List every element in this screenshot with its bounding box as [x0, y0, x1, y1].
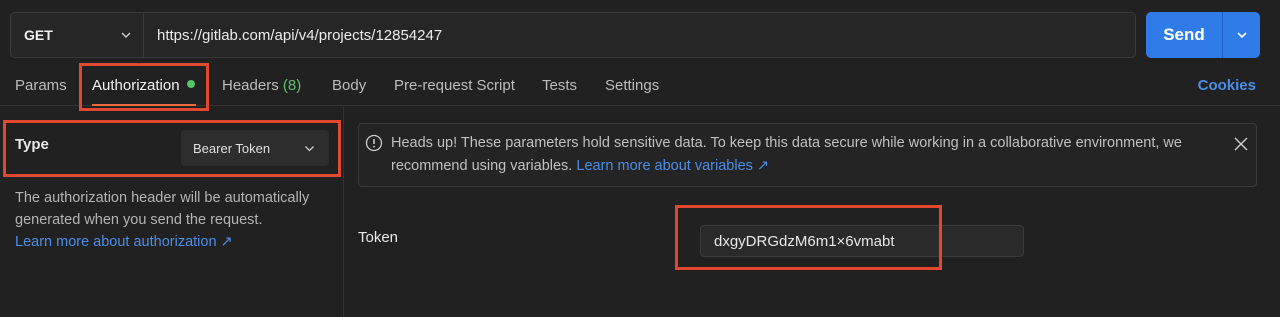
url-bar: GET https://gitlab.com/api/v4/projects/1…	[10, 12, 1136, 58]
auth-description-text: The authorization header will be automat…	[15, 190, 310, 228]
cookies-link[interactable]: Cookies	[1198, 77, 1256, 94]
send-button-group: Send	[1146, 12, 1260, 58]
tab-headers-label: Headers	[222, 77, 279, 94]
tab-body[interactable]: Body	[332, 77, 366, 94]
highlight-box-type	[3, 120, 341, 177]
tab-params[interactable]: Params	[15, 77, 67, 94]
sensitive-data-notice: Heads up! These parameters hold sensitiv…	[358, 123, 1257, 187]
tab-settings[interactable]: Settings	[605, 77, 659, 94]
tab-headers[interactable]: Headers (8)	[222, 77, 301, 94]
learn-more-authorization-link[interactable]: Learn more about authorization ↗	[15, 234, 233, 250]
auth-screen: GET https://gitlab.com/api/v4/projects/1…	[0, 0, 1280, 317]
method-select[interactable]: GET	[11, 13, 144, 57]
tab-tests[interactable]: Tests	[542, 77, 577, 94]
chevron-down-icon	[121, 32, 131, 38]
tab-pre-request-script[interactable]: Pre-request Script	[394, 77, 515, 94]
notice-message: Heads up! These parameters hold sensitiv…	[391, 135, 1182, 174]
chevron-down-icon	[1236, 32, 1247, 39]
tab-headers-count: (8)	[282, 77, 302, 94]
info-icon	[365, 134, 383, 152]
highlight-box-token	[675, 205, 942, 270]
close-icon[interactable]	[1234, 137, 1248, 151]
highlight-box-authorization	[79, 63, 209, 111]
token-label: Token	[358, 229, 399, 246]
learn-more-variables-link[interactable]: Learn more about variables ↗	[576, 158, 769, 174]
url-input[interactable]: https://gitlab.com/api/v4/projects/12854…	[144, 13, 1135, 57]
send-options-button[interactable]	[1222, 12, 1260, 58]
notice-text: Heads up! These parameters hold sensitiv…	[391, 132, 1211, 178]
auth-description: The authorization header will be automat…	[15, 187, 335, 253]
send-button[interactable]: Send	[1146, 12, 1222, 58]
method-label: GET	[24, 27, 53, 43]
